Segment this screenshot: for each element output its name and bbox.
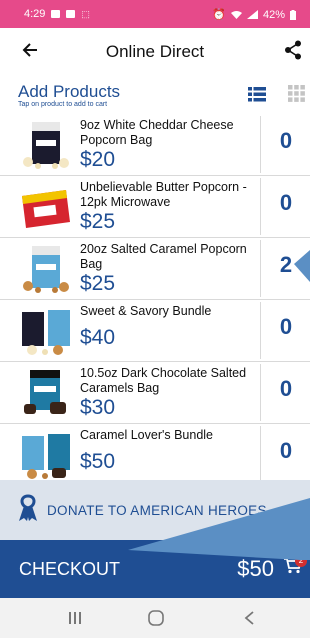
system-navigation-bar — [0, 598, 310, 638]
qty-divider — [260, 116, 261, 173]
checkout-label: CHECKOUT — [19, 559, 121, 579]
notification-icon — [51, 10, 61, 18]
add-products-hint: Tap on product to add to cart — [18, 101, 108, 108]
product-row-dark-chocolate[interactable]: 10.5oz Dark Chocolate Salted Caramels Ba… — [0, 362, 310, 424]
qty-divider — [260, 178, 261, 235]
ribbon-icon — [16, 494, 40, 527]
recent-apps-icon[interactable] — [68, 611, 82, 630]
product-row-salted-caramel[interactable]: 20oz Salted Caramel Popcorn Bag $25 2 — [0, 238, 310, 300]
grid-view-icon[interactable] — [288, 85, 305, 107]
product-quantity[interactable]: 2 — [262, 252, 310, 278]
add-products-heading: Add Products — [18, 82, 121, 101]
product-price: $40 — [80, 326, 116, 349]
product-name: Unbelievable Butter Popcorn - 12pk Micro… — [80, 180, 247, 209]
product-row-butter-popcorn[interactable]: Unbelievable Butter Popcorn - 12pk Micro… — [0, 176, 310, 238]
app-bar: Online Direct — [0, 28, 310, 75]
butter-popcorn-box-icon — [18, 182, 74, 232]
back-nav-icon[interactable] — [243, 610, 255, 631]
chevron-down-icon[interactable] — [286, 502, 302, 520]
product-name: Sweet & Savory Bundle — [80, 304, 212, 318]
home-icon[interactable] — [147, 609, 165, 632]
product-row-caramel-lovers[interactable]: Caramel Lover's Bundle $50 0 — [0, 424, 310, 480]
product-row-sweet-savory[interactable]: Sweet & Savory Bundle $40 0 — [0, 300, 310, 362]
product-quantity[interactable]: 0 — [262, 190, 310, 216]
product-name: 9oz White Cheddar Cheese Popcorn Bag — [80, 118, 234, 147]
battery-percent: 42% — [262, 8, 285, 21]
white-cheddar-popcorn-bag-icon — [18, 120, 74, 170]
checkout-bar[interactable]: CHECKOUT $50 2 — [0, 540, 310, 598]
product-row-white-cheddar[interactable]: 9oz White Cheddar Cheese Popcorn Bag $20… — [0, 114, 310, 176]
product-name: 20oz Salted Caramel Popcorn Bag — [80, 242, 247, 271]
list-view-icon[interactable] — [248, 87, 266, 107]
qty-divider — [260, 302, 261, 359]
battery-icon — [290, 9, 296, 20]
signal-icon — [246, 10, 258, 19]
cart-count-badge: 2 — [295, 555, 307, 567]
product-price: $20 — [80, 148, 116, 171]
product-price: $25 — [80, 210, 116, 233]
qty-divider — [260, 426, 261, 480]
product-quantity[interactable]: 0 — [262, 128, 310, 154]
wifi-icon — [230, 11, 242, 19]
app-notification-icon: ⬚ — [81, 8, 90, 19]
page-title: Online Direct — [105, 42, 205, 61]
status-bar: 4:29 ⬚ ⏰ 42% — [0, 0, 310, 28]
product-quantity[interactable]: 0 — [262, 438, 310, 464]
product-name: Caramel Lover's Bundle — [80, 428, 214, 442]
dark-chocolate-caramels-bag-icon — [18, 368, 74, 418]
status-time: 4:29 — [24, 8, 46, 20]
salted-caramel-popcorn-bag-icon — [18, 244, 74, 294]
qty-divider — [260, 364, 261, 421]
product-name: 10.5oz Dark Chocolate Salted Caramels Ba… — [80, 366, 247, 395]
share-icon[interactable] — [284, 40, 302, 65]
add-products-header: Add Products Tap on product to add to ca… — [0, 74, 310, 114]
sweet-savory-bundle-icon — [18, 306, 74, 356]
product-price: $25 — [80, 272, 116, 295]
image-notification-icon — [66, 10, 76, 18]
qty-divider — [260, 240, 261, 297]
donate-label: DONATE TO AMERICAN HEROES — [47, 503, 267, 518]
cart-total: $50 — [237, 556, 274, 581]
product-price: $30 — [80, 396, 116, 419]
product-list: 9oz White Cheddar Cheese Popcorn Bag $20… — [0, 114, 310, 480]
product-quantity[interactable]: 0 — [262, 376, 310, 402]
product-price: $50 — [80, 450, 116, 473]
product-quantity[interactable]: 0 — [262, 314, 310, 340]
alarm-icon: ⏰ — [212, 9, 226, 21]
caramel-lovers-bundle-icon — [18, 430, 74, 480]
donate-section[interactable]: DONATE TO AMERICAN HEROES — [0, 480, 310, 540]
